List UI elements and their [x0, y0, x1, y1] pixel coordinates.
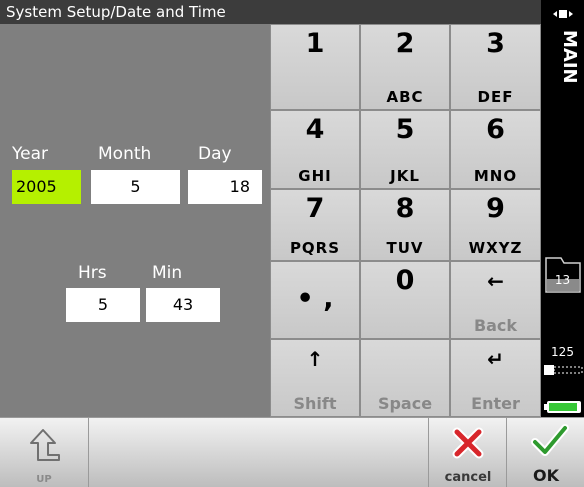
battery-gauge-icon [544, 365, 583, 375]
key-enter-label: Enter [471, 394, 520, 413]
key-4-digit: 4 [305, 114, 325, 145]
key-3-letters: DEF [477, 88, 514, 106]
key-back-label: Back [473, 316, 518, 335]
up-button[interactable]: UP [0, 418, 89, 487]
up-arrow-icon: ↑ [306, 347, 324, 371]
cancel-label: cancel [444, 470, 492, 485]
hrs-field[interactable]: 5 [66, 288, 140, 322]
month-label: Month [98, 144, 152, 164]
key-punctuation[interactable]: • , [270, 261, 360, 339]
battery-value: 125 [551, 345, 574, 359]
key-1[interactable]: 1 [270, 24, 360, 110]
hrs-label: Hrs [78, 263, 107, 283]
key-8-letters: TUV [386, 239, 424, 257]
side-tray: MAIN 13 125 [541, 0, 584, 417]
year-field[interactable]: 2005 [12, 170, 81, 204]
scroll-indicator-icon [553, 10, 573, 18]
key-7-letters: PQRS [289, 239, 341, 257]
key-space[interactable]: Space [360, 339, 450, 417]
day-field[interactable]: 18 [188, 170, 262, 204]
date-time-panel: Year Month Day 2005 5 18 Hrs Min 5 43 [0, 24, 270, 417]
key-9-digit: 9 [486, 193, 505, 224]
key-punctuation-glyph: • , [296, 283, 334, 314]
key-2-letters: ABC [386, 88, 424, 106]
day-label: Day [198, 144, 232, 164]
key-shift[interactable]: ↑ Shift [270, 339, 360, 417]
key-2[interactable]: 2 ABC [360, 24, 450, 110]
key-back[interactable]: ← Back [450, 261, 541, 339]
main-tab[interactable]: MAIN [546, 30, 580, 110]
key-2-digit: 2 [395, 28, 415, 59]
checkmark-icon [531, 424, 569, 456]
key-space-label: Space [377, 394, 433, 413]
key-4-letters: GHI [298, 167, 332, 185]
key-0[interactable]: 0 [360, 261, 450, 339]
up-icon [30, 429, 60, 461]
key-7-digit: 7 [305, 193, 325, 224]
key-5[interactable]: 5 JKL [360, 110, 450, 189]
cancel-icon [452, 427, 484, 459]
month-field[interactable]: 5 [91, 170, 180, 204]
folder-count: 13 [554, 273, 571, 287]
window-title: System Setup/Date and Time [0, 0, 541, 24]
keypad: 1 2 ABC 3 DEF 4 GHI 5 JKL 6 MNO 7 PQRS 8… [270, 24, 541, 417]
key-3-digit: 3 [486, 28, 505, 59]
key-6-digit: 6 [486, 114, 505, 145]
ok-label: OK [533, 466, 559, 485]
key-1-digit: 1 [305, 28, 325, 59]
key-7[interactable]: 7 PQRS [270, 189, 360, 261]
key-8-digit: 8 [395, 193, 415, 224]
year-label: Year [12, 144, 48, 164]
key-5-digit: 5 [395, 114, 415, 145]
up-label: UP [36, 474, 52, 485]
key-shift-label: Shift [293, 394, 337, 413]
key-0-digit: 0 [395, 265, 415, 296]
key-5-letters: JKL [390, 167, 420, 185]
key-6-letters: MNO [473, 167, 518, 185]
key-6[interactable]: 6 MNO [450, 110, 541, 189]
enter-arrow-icon: ↵ [487, 347, 504, 371]
bottom-toolbar: UP cancel OK [0, 417, 584, 487]
key-9-letters: WXYZ [468, 239, 523, 257]
min-label: Min [152, 263, 183, 283]
ok-button[interactable]: OK [506, 418, 584, 487]
cancel-button[interactable]: cancel [428, 418, 507, 487]
key-9[interactable]: 9 WXYZ [450, 189, 541, 261]
bottom-status-area [89, 418, 428, 487]
min-field[interactable]: 43 [146, 288, 220, 322]
battery-icon [544, 401, 581, 413]
left-arrow-icon: ← [487, 269, 504, 293]
key-enter[interactable]: ↵ Enter [450, 339, 541, 417]
key-4[interactable]: 4 GHI [270, 110, 360, 189]
key-8[interactable]: 8 TUV [360, 189, 450, 261]
key-3[interactable]: 3 DEF [450, 24, 541, 110]
